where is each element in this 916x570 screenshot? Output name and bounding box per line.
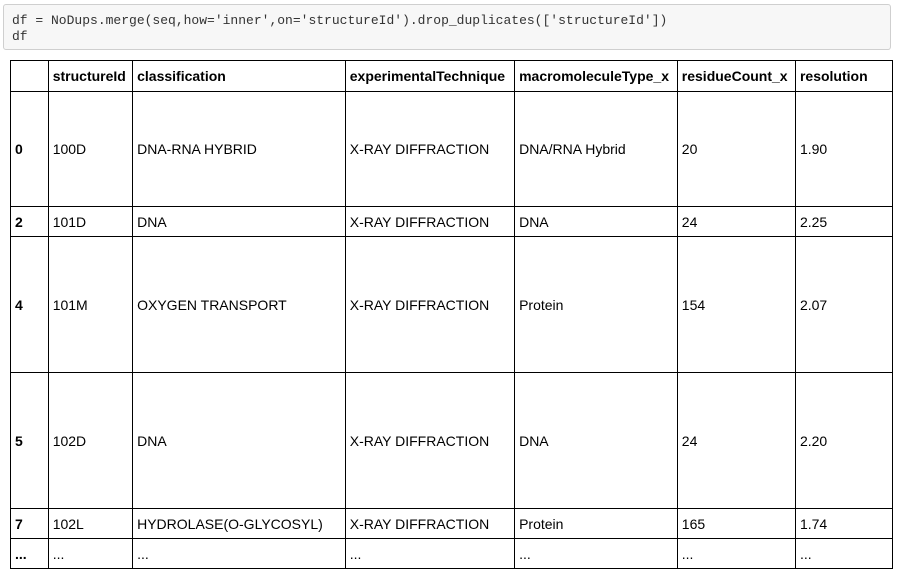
code-line: df bbox=[12, 29, 28, 44]
table-cell: 1.90 bbox=[794, 91, 893, 207]
table-cell: 20 bbox=[676, 91, 796, 207]
table-cell: 2.07 bbox=[794, 236, 893, 373]
table-cell: ... bbox=[344, 538, 516, 569]
table-cell: 101D bbox=[47, 206, 134, 237]
table-cell: ... bbox=[794, 538, 893, 569]
table-cell: 100D bbox=[47, 91, 134, 207]
dataframe-output: structureId classification experimentalT… bbox=[10, 60, 893, 570]
table-cell: 102D bbox=[47, 372, 134, 509]
row-index: 5 bbox=[10, 372, 49, 509]
table-cell: DNA bbox=[132, 372, 346, 509]
table-cell: ... bbox=[132, 538, 346, 569]
table-cell: X-RAY DIFFRACTION bbox=[344, 91, 516, 207]
table-cell: 102L bbox=[47, 508, 134, 539]
header-row: structureId classification experimentalT… bbox=[10, 60, 893, 92]
table-row: 7 102L HYDROLASE(O-GLYCOSYL) X-RAY DIFFRACT… bbox=[10, 508, 893, 539]
table-cell: X-RAY DIFFRACTION bbox=[344, 236, 516, 373]
row-index: 2 bbox=[10, 206, 49, 237]
column-header: structureId bbox=[47, 60, 134, 92]
table-cell: X-RAY DIFFRACTION bbox=[344, 372, 516, 509]
table-cell: X-RAY DIFFRACTION bbox=[344, 508, 516, 539]
table-cell: ... bbox=[47, 538, 134, 569]
column-header: macromoleculeType_x bbox=[514, 60, 678, 92]
table-cell: 2.20 bbox=[794, 372, 893, 509]
table-row: 2 101D DNA X-RAY DIFFRACTION DNA 24 2.25 bbox=[10, 206, 893, 237]
table-cell: 24 bbox=[676, 206, 796, 237]
column-header: resolution bbox=[794, 60, 893, 92]
table-cell: DNA/RNA Hybrid bbox=[514, 91, 678, 207]
row-index: 0 bbox=[10, 91, 49, 207]
column-header bbox=[10, 60, 49, 92]
row-index: ... bbox=[10, 538, 49, 569]
table-cell: DNA-RNA HYBRID bbox=[132, 91, 346, 207]
table-cell: HYDROLASE(O-GLYCOSYL) bbox=[132, 508, 346, 539]
table-cell: 101M bbox=[47, 236, 134, 373]
column-header: classification bbox=[132, 60, 346, 92]
table-cell: Protein bbox=[514, 236, 678, 373]
table-row: ..................... bbox=[10, 538, 893, 569]
table-cell: DNA bbox=[514, 206, 678, 237]
table-row: 0 100D DNA-RNA HYBRID X-RAY DIFFRACTION DNA/… bbox=[10, 91, 893, 207]
row-index: 4 bbox=[10, 236, 49, 373]
row-index: 7 bbox=[10, 508, 49, 539]
table-cell: ... bbox=[514, 538, 678, 569]
table-cell: 154 bbox=[676, 236, 796, 373]
table-cell: X-RAY DIFFRACTION bbox=[344, 206, 516, 237]
table-cell: DNA bbox=[514, 372, 678, 509]
table-cell: 2.25 bbox=[794, 206, 893, 237]
table-cell: Protein bbox=[514, 508, 678, 539]
table-cell: ... bbox=[676, 538, 796, 569]
column-header: residueCount_x bbox=[676, 60, 796, 92]
table-row: 5 102D DNA X-RAY DIFFRACTION DNA 24 2.20 bbox=[10, 372, 893, 509]
code-line: df = NoDups.merge(seq,how='inner',on='st… bbox=[12, 13, 668, 28]
table-cell: DNA bbox=[132, 206, 346, 237]
table-row: 4 101M OXYGEN TRANSPORT X-RAY DIFFRACTION Pr… bbox=[10, 236, 893, 373]
code-cell[interactable]: df = NoDups.merge(seq,how='inner',on='st… bbox=[3, 4, 891, 50]
table-cell: 165 bbox=[676, 508, 796, 539]
table-cell: 24 bbox=[676, 372, 796, 509]
dataframe-table: structureId classification experimentalT… bbox=[10, 60, 893, 569]
table-cell: OXYGEN TRANSPORT bbox=[132, 236, 346, 373]
table-cell: 1.74 bbox=[794, 508, 893, 539]
column-header: experimentalTechnique bbox=[344, 60, 516, 92]
